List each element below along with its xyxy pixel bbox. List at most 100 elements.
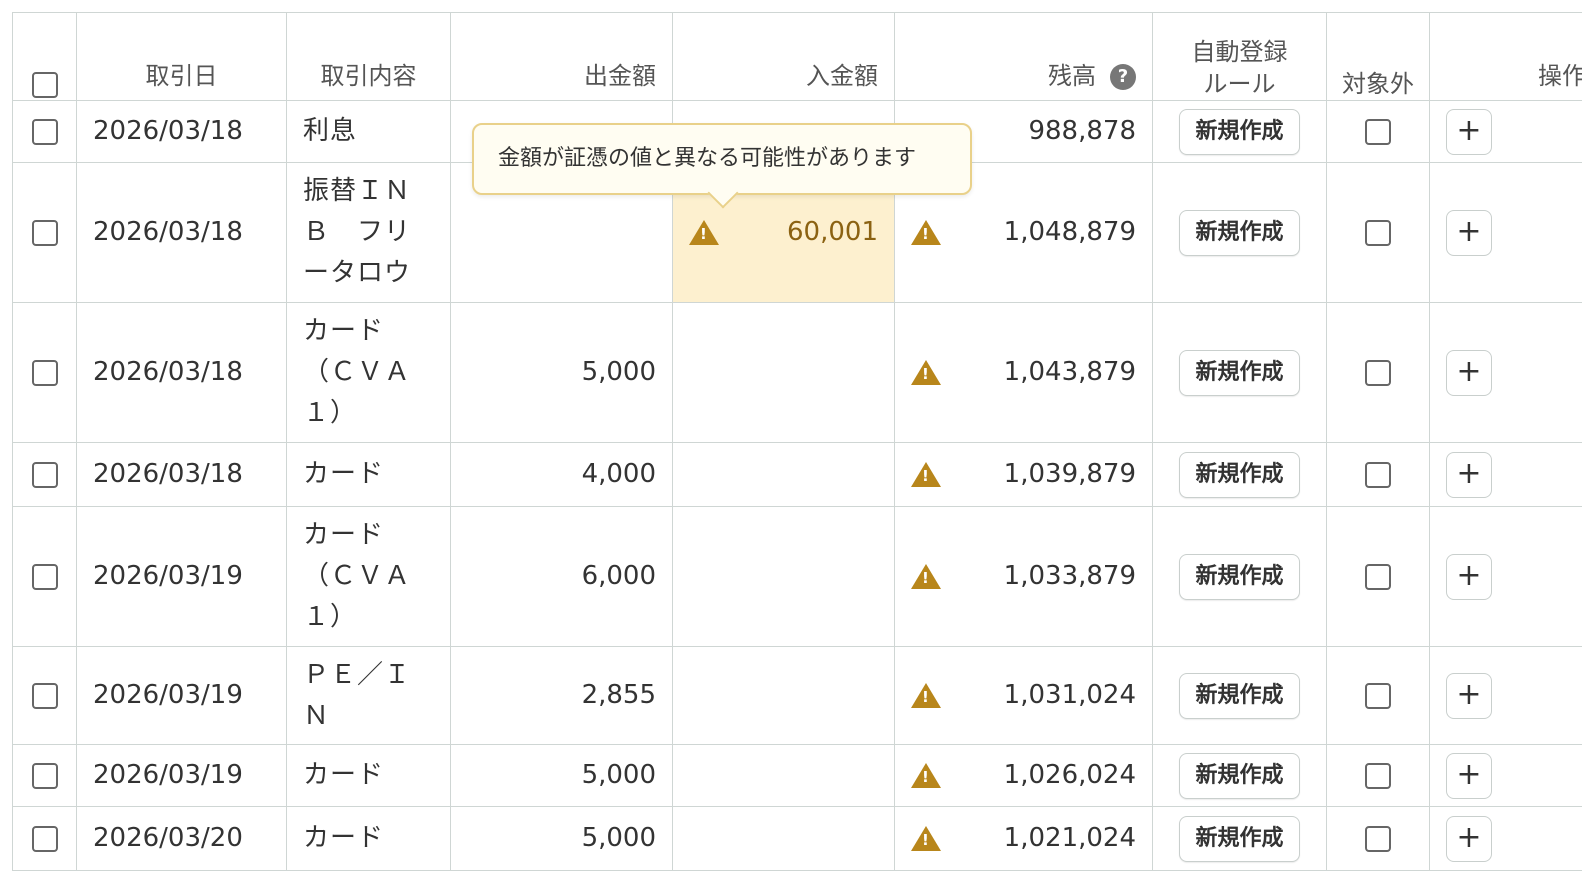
table-row: 2026/03/18カード4,000 1,039,879 新規作成 + [12,442,1582,507]
deposit-header: 入金額 [672,12,895,101]
row-select-cell [12,806,77,871]
deposit-cell [672,302,895,443]
actions-cell: + [1429,744,1582,807]
select-all-header [12,12,77,101]
amount-mismatch-tooltip: 金額が証憑の値と異なる可能性があります [472,123,972,195]
help-icon[interactable]: ? [1110,64,1136,90]
description-cell: カード [286,806,451,871]
description-cell: カード （ＣＶＡ １） [286,506,451,647]
balance-cell: 1,026,024 [894,744,1153,807]
new-rule-button[interactable]: 新規作成 [1179,553,1300,600]
warning-icon[interactable] [911,564,941,589]
row-checkbox[interactable] [31,563,58,590]
excluded-cell [1326,646,1430,745]
add-button[interactable]: + [1446,209,1492,256]
warning-icon[interactable] [911,763,941,788]
withdrawal-cell: 5,000 [450,302,673,443]
row-checkbox[interactable] [31,762,58,789]
table-row: 2026/03/19ＰＥ／Ｉ Ｎ2,855 1,031,024 新規作成 + [12,646,1582,745]
actions-cell: + [1429,646,1582,745]
new-rule-button[interactable]: 新規作成 [1179,672,1300,719]
excluded-cell [1326,442,1430,507]
row-select-cell [12,506,77,647]
add-button[interactable]: + [1446,752,1492,799]
deposit-cell [672,506,895,647]
select-all-checkbox[interactable] [31,72,58,98]
new-rule-button[interactable]: 新規作成 [1179,752,1300,799]
excluded-cell [1326,806,1430,871]
auto-rule-cell: 新規作成 [1152,162,1327,303]
add-button[interactable]: + [1446,553,1492,600]
excluded-checkbox[interactable] [1365,682,1391,709]
balance-amount: 1,048,879 [1003,217,1136,247]
row-checkbox[interactable] [31,825,58,852]
description-header: 取引内容 [286,12,451,101]
warning-icon[interactable] [911,360,941,385]
row-checkbox[interactable] [31,118,58,145]
row-select-cell [12,442,77,507]
balance-cell: 1,033,879 [894,506,1153,647]
balance-amount: 1,039,879 [1003,459,1136,489]
add-button[interactable]: + [1446,451,1492,498]
warning-icon[interactable] [911,683,941,708]
add-button[interactable]: + [1446,815,1492,862]
excluded-cell [1326,302,1430,443]
add-button[interactable]: + [1446,108,1492,155]
actions-header: 操作 [1429,12,1582,101]
balance-amount: 1,033,879 [1003,561,1136,591]
row-select-cell [12,646,77,745]
description-cell: カード [286,442,451,507]
auto-rule-cell: 新規作成 [1152,646,1327,745]
new-rule-button[interactable]: 新規作成 [1179,108,1300,155]
actions-cell: + [1429,162,1582,303]
actions-cell: + [1429,806,1582,871]
date-cell: 2026/03/20 [76,806,287,871]
row-checkbox[interactable] [31,682,58,709]
excluded-checkbox[interactable] [1365,461,1391,488]
date-cell: 2026/03/19 [76,646,287,745]
warning-icon[interactable] [911,220,941,245]
description-cell: カード [286,744,451,807]
add-button[interactable]: + [1446,672,1492,719]
date-header[interactable]: 取引日 [76,12,287,101]
actions-cell: + [1429,302,1582,443]
deposit-amount: 60,001 [787,217,878,247]
new-rule-button[interactable]: 新規作成 [1179,209,1300,256]
excluded-checkbox[interactable] [1365,825,1391,852]
warning-icon[interactable] [911,826,941,851]
excluded-checkbox[interactable] [1365,762,1391,789]
table-header-row: 取引日 取引内容 出金額 入金額 残高? 自動登録 ルール 対象外 操作 [12,12,1582,101]
excluded-checkbox[interactable] [1365,118,1391,145]
description-cell: 振替ＩＮ Ｂ フリ ータロウ [286,162,451,303]
warning-icon[interactable] [911,462,941,487]
row-checkbox[interactable] [31,461,58,488]
balance-amount: 1,026,024 [1003,760,1136,790]
balance-header: 残高? [894,12,1153,101]
row-checkbox[interactable] [31,219,58,246]
table-row: 2026/03/19カード5,000 1,026,024 新規作成 + [12,744,1582,807]
new-rule-button[interactable]: 新規作成 [1179,451,1300,498]
description-cell: ＰＥ／Ｉ Ｎ [286,646,451,745]
date-cell: 2026/03/18 [76,442,287,507]
deposit-cell [672,442,895,507]
balance-cell: 1,021,024 [894,806,1153,871]
excluded-cell [1326,100,1430,163]
actions-cell: + [1429,506,1582,647]
excluded-checkbox[interactable] [1365,563,1391,590]
excluded-checkbox[interactable] [1365,359,1391,386]
new-rule-button[interactable]: 新規作成 [1179,349,1300,396]
actions-cell: + [1429,442,1582,507]
date-cell: 2026/03/18 [76,162,287,303]
deposit-cell [672,806,895,871]
excluded-checkbox[interactable] [1365,219,1391,246]
withdrawal-cell: 2,855 [450,646,673,745]
date-cell: 2026/03/19 [76,744,287,807]
auto-rule-cell: 新規作成 [1152,302,1327,443]
warning-icon[interactable] [689,220,719,245]
new-rule-button[interactable]: 新規作成 [1179,815,1300,862]
auto-rule-cell: 新規作成 [1152,744,1327,807]
row-checkbox[interactable] [31,359,58,386]
auto-rule-cell: 新規作成 [1152,506,1327,647]
add-button[interactable]: + [1446,349,1492,396]
actions-cell: + [1429,100,1582,163]
